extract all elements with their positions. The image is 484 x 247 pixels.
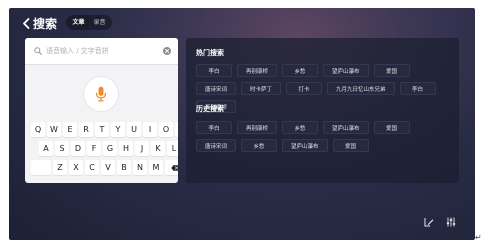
key-a[interactable]: A [39,141,53,156]
return-mark: ↵ [475,233,482,242]
key-z[interactable]: Z [53,160,67,175]
hot-tag[interactable]: 再别康桥 [237,64,278,77]
hot-tag[interactable]: 唐诗宋词 [196,82,237,95]
key-k[interactable]: K [151,141,165,156]
search-input[interactable] [46,47,158,55]
backspace-icon [170,164,178,171]
tab-switcher: 文章 录音 [66,15,112,30]
key-shift[interactable] [31,160,51,175]
key-g[interactable]: G [103,141,117,156]
back-button[interactable]: 搜索 [22,15,57,32]
key-p[interactable]: P [175,122,178,137]
key-m[interactable]: M [149,160,163,175]
key-v[interactable]: V [101,160,115,175]
history-tag[interactable]: 唐诗宋词 [196,139,237,152]
hot-tag[interactable]: 时卡萨丁 [241,82,282,95]
hot-tag[interactable]: 打卡 [286,82,323,95]
sliders-icon[interactable] [446,217,456,227]
tab-recording[interactable]: 录音 [89,17,110,28]
key-h[interactable]: H [119,141,133,156]
history-search-title: 历史搜索 [196,105,224,113]
history-tag[interactable]: 爱国 [332,139,369,152]
microphone-icon [95,86,107,102]
key-x[interactable]: X [69,160,83,175]
key-d[interactable]: D [71,141,85,156]
key-u[interactable]: U [127,122,141,137]
key-o[interactable]: O [159,122,173,137]
key-b[interactable]: B [117,160,131,175]
hot-search-title: 热门搜索 [196,49,224,57]
history-tag[interactable]: 望庐山瀑布 [282,139,328,152]
key-j[interactable]: J [135,141,149,156]
clear-button[interactable] [163,47,171,55]
edit-icon[interactable] [424,217,434,227]
history-tag[interactable]: 再别康桥 [237,121,278,134]
page-title: 搜索 [33,17,58,31]
key-s[interactable]: S [55,141,69,156]
search-bar [25,38,178,65]
key-c[interactable]: C [85,160,99,175]
app-screen: 搜索 文章 录音 语音输入 / 文字音拼 Q W E R T Y U I O A… [9,8,475,240]
key-f[interactable]: F [87,141,101,156]
hot-tag[interactable]: 李白 [399,82,436,95]
tab-article[interactable]: 文章 [68,17,89,28]
key-n[interactable]: N [133,160,147,175]
key-l[interactable]: L [167,141,178,156]
key-y[interactable]: Y [111,122,125,137]
key-r[interactable]: R [79,122,93,137]
hot-tag[interactable]: 望庐山瀑布 [323,64,369,77]
voice-input-button[interactable] [84,77,118,111]
suggestions-panel: 热门搜索 李白 再别康桥 乡愁 望庐山瀑布 爱国 唐诗宋词 时卡萨丁 打卡 九月… [186,38,459,183]
close-icon [165,49,169,53]
key-i[interactable]: I [143,122,157,137]
hot-tag[interactable]: 九月九日忆山东兄弟 [327,82,395,95]
history-tag[interactable]: 爱国 [373,121,410,134]
key-q[interactable]: Q [31,122,45,137]
keyboard-row-1: Q W E R T Y U I O P [31,122,178,137]
hot-tag[interactable]: 爱国 [373,64,410,77]
chevron-left-icon [23,18,30,29]
keyboard-row-2: A S D F G H J K L [39,141,178,156]
history-tag[interactable]: 李白 [196,121,232,134]
hot-search-tags: 李白 再别康桥 乡愁 望庐山瀑布 爱国 唐诗宋词 时卡萨丁 打卡 九月九日忆山东… [196,64,451,113]
key-w[interactable]: W [47,122,61,137]
header: 搜索 文章 录音 [9,8,475,36]
delete-key[interactable] [165,160,178,175]
input-panel: Q W E R T Y U I O P A S D F G H J K L [25,38,178,183]
history-tag[interactable]: 乡愁 [282,121,319,134]
history-tag[interactable]: 乡愁 [241,139,278,152]
hot-tag[interactable]: 李白 [196,64,232,77]
history-tag[interactable]: 望庐山瀑布 [323,121,369,134]
search-icon [34,47,42,55]
key-t[interactable]: T [95,122,109,137]
key-e[interactable]: E [63,122,77,137]
hot-tag[interactable]: 乡愁 [282,64,319,77]
keyboard-row-3: Z X C V B N M [31,160,178,175]
history-search-tags: 李白 再别康桥 乡愁 望庐山瀑布 爱国 唐诗宋词 乡愁 望庐山瀑布 爱国 [196,121,451,152]
